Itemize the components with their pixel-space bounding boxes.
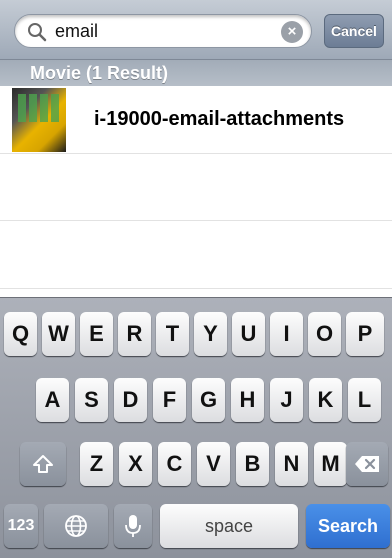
key-e[interactable]: E	[80, 312, 113, 356]
key-l[interactable]: L	[348, 378, 381, 422]
microphone-key[interactable]	[114, 504, 152, 548]
clear-icon[interactable]: ×	[281, 21, 303, 43]
key-s[interactable]: S	[75, 378, 108, 422]
key-k[interactable]: K	[309, 378, 342, 422]
search-icon	[28, 23, 47, 42]
microphone-icon	[125, 515, 141, 537]
shift-key[interactable]	[20, 442, 66, 486]
key-d[interactable]: D	[114, 378, 147, 422]
section-header: Movie (1 Result)	[0, 60, 392, 86]
search-input[interactable]: email ×	[14, 14, 312, 48]
key-b[interactable]: B	[236, 442, 269, 486]
key-c[interactable]: C	[158, 442, 191, 486]
search-query-text[interactable]: email	[55, 21, 98, 42]
key-n[interactable]: N	[275, 442, 308, 486]
key-f[interactable]: F	[153, 378, 186, 422]
key-z[interactable]: Z	[80, 442, 113, 486]
movie-thumbnail	[12, 88, 66, 152]
key-g[interactable]: G	[192, 378, 225, 422]
key-a[interactable]: A	[36, 378, 69, 422]
backspace-icon	[355, 456, 379, 472]
result-row[interactable]: i-19000-email-attachments	[0, 86, 392, 154]
key-r[interactable]: R	[118, 312, 151, 356]
key-i[interactable]: I	[270, 312, 303, 356]
globe-key[interactable]	[44, 504, 108, 548]
empty-row	[0, 221, 392, 289]
backspace-key[interactable]	[346, 442, 388, 486]
key-o[interactable]: O	[308, 312, 341, 356]
key-j[interactable]: J	[270, 378, 303, 422]
key-x[interactable]: X	[119, 442, 152, 486]
key-y[interactable]: Y	[194, 312, 227, 356]
result-title: i-19000-email-attachments	[94, 108, 345, 130]
empty-row	[0, 154, 392, 221]
key-p[interactable]: P	[346, 312, 384, 356]
key-q[interactable]: Q	[4, 312, 37, 356]
keyboard: Q W E R T Y U I O P A S D F G H J K L Z …	[0, 297, 392, 558]
search-key[interactable]: Search	[306, 504, 390, 548]
numbers-key[interactable]: 123	[4, 504, 38, 548]
cancel-button[interactable]: Cancel	[324, 14, 384, 48]
key-m[interactable]: M	[314, 442, 347, 486]
key-t[interactable]: T	[156, 312, 189, 356]
search-bar: email × Cancel	[0, 0, 392, 60]
space-key[interactable]: space	[160, 504, 298, 548]
key-u[interactable]: U	[232, 312, 265, 356]
globe-icon	[65, 515, 87, 537]
key-h[interactable]: H	[231, 378, 264, 422]
key-w[interactable]: W	[42, 312, 75, 356]
shift-icon	[33, 455, 53, 473]
key-v[interactable]: V	[197, 442, 230, 486]
